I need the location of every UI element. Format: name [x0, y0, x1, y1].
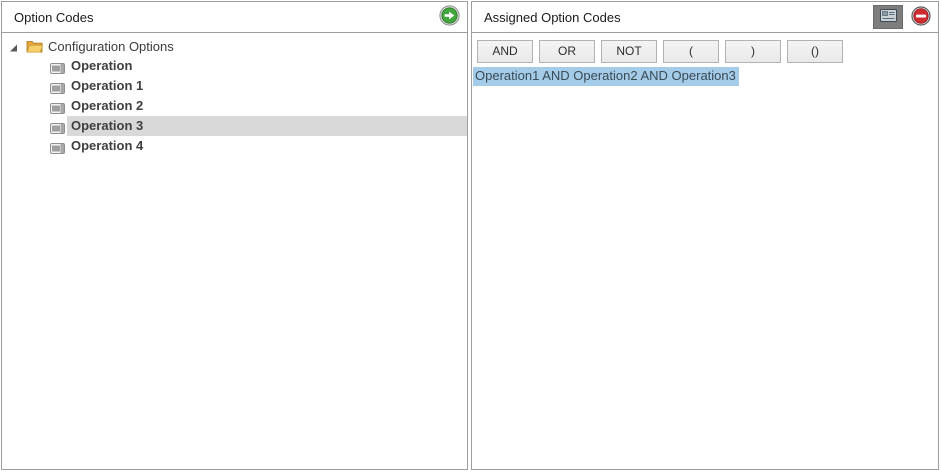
arrow-right-circle-icon	[439, 5, 460, 29]
close-paren-button[interactable]: )	[725, 40, 781, 63]
expression-editor-button[interactable]	[873, 5, 903, 29]
option-codes-header: Option Codes	[2, 2, 467, 33]
expression-editor-icon	[880, 9, 897, 25]
or-button[interactable]: OR	[539, 40, 595, 63]
tree-item-label: Operation	[67, 56, 467, 76]
tree-root-configuration-options[interactable]: Configuration Options	[2, 36, 467, 56]
tree-item-label: Operation 3	[67, 116, 467, 136]
barcode-icon	[50, 121, 65, 132]
assigned-option-codes-header: Assigned Option Codes	[472, 2, 938, 33]
assigned-option-codes-panel: Assigned Option Codes	[471, 1, 939, 470]
option-codes-tree: Configuration Options Operation	[2, 33, 467, 156]
tree-item-label: Operation 1	[67, 76, 467, 96]
tree-root-label: Configuration Options	[48, 39, 174, 54]
tree-item-operation-2[interactable]: Operation 2	[2, 96, 467, 116]
tree-item-label: Operation 4	[67, 136, 467, 156]
barcode-icon	[50, 61, 65, 72]
tree-item-operation-4[interactable]: Operation 4	[2, 136, 467, 156]
tree-item-operation[interactable]: Operation	[2, 56, 467, 76]
not-button[interactable]: NOT	[601, 40, 657, 63]
option-codes-panel: Option Codes	[1, 1, 468, 470]
barcode-icon	[50, 101, 65, 112]
folder-icon	[26, 39, 43, 53]
expander-icon[interactable]	[9, 41, 19, 51]
tree-item-label: Operation 2	[67, 96, 467, 116]
tree-item-operation-1[interactable]: Operation 1	[2, 76, 467, 96]
open-paren-button[interactable]: (	[663, 40, 719, 63]
expression-text[interactable]: Operation1 AND Operation2 AND Operation3	[473, 67, 739, 86]
paren-pair-button[interactable]: ()	[787, 40, 843, 63]
operator-button-row: AND OR NOT ( ) ()	[472, 33, 938, 63]
option-codes-title: Option Codes	[14, 10, 94, 25]
and-button[interactable]: AND	[477, 40, 533, 63]
add-option-button[interactable]	[439, 5, 460, 29]
remove-option-button[interactable]	[911, 6, 931, 29]
assigned-option-codes-title: Assigned Option Codes	[484, 10, 621, 25]
barcode-icon	[50, 141, 65, 152]
tree-item-operation-3[interactable]: Operation 3	[2, 116, 467, 136]
barcode-icon	[50, 81, 65, 92]
expression-editor-area[interactable]: Operation1 AND Operation2 AND Operation3	[472, 63, 938, 86]
remove-circle-icon	[911, 6, 931, 29]
